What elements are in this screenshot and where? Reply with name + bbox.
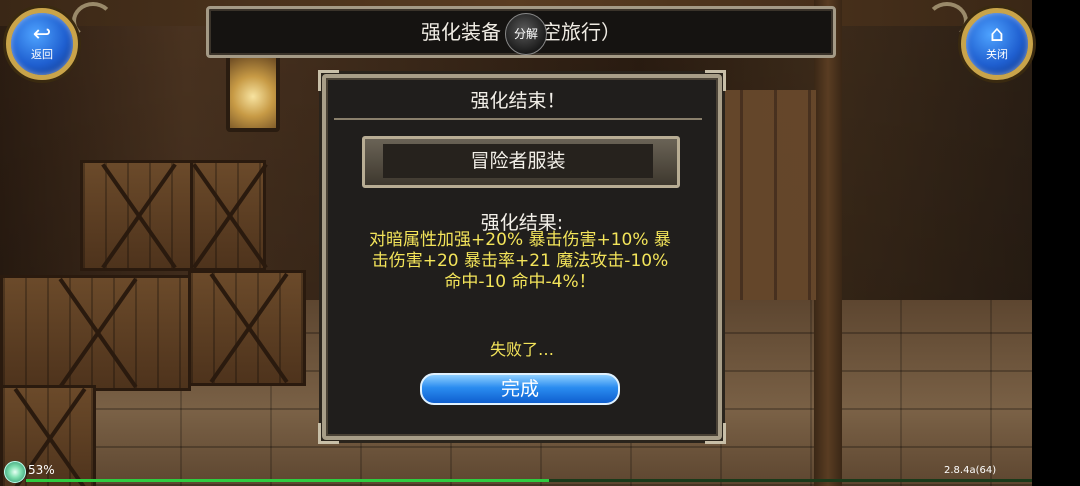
home-icon: ⌂ (990, 22, 1004, 47)
disassemble-badge[interactable]: 分解 (505, 13, 547, 55)
progress-bar (26, 479, 1032, 482)
support-pillar (814, 0, 842, 486)
enhance-result-dialog: 强化结束！ 冒险者服装 强化结果: 对暗属性加强+20% 暴击伤害+10% 暴 … (318, 70, 726, 444)
crate (188, 270, 306, 386)
done-button[interactable]: 完成 (420, 373, 620, 405)
battery-percent: 53% (28, 463, 55, 477)
dialog-corner (705, 423, 726, 444)
dialog-title-bar: 强化结束！ (334, 84, 702, 120)
result-line: 对暗属性加强+20% 暴击伤害+10% 暴 (369, 230, 671, 250)
item-name: 冒险者服装 (383, 144, 653, 178)
battery-icon (4, 461, 26, 483)
close-button-label: 关闭 (986, 48, 1008, 61)
dialog-corner (318, 423, 339, 444)
version-label: 2.8.4a(64) (944, 465, 997, 476)
crate (80, 160, 194, 271)
item-name-box: 冒险者服装 (362, 136, 680, 188)
wall-planks (706, 90, 816, 300)
close-button[interactable]: ⌂ 关闭 (961, 8, 1033, 80)
crate (0, 275, 191, 391)
back-arrow-icon: ↩ (32, 22, 52, 47)
result-stats: 对暗属性加强+20% 暴击伤害+10% 暴 击伤害+20 暴击率+21 魔法攻击… (340, 230, 700, 293)
progress-fill (26, 479, 550, 482)
crate (190, 160, 266, 271)
dialog-corner (705, 70, 726, 91)
screen-edge (1032, 0, 1080, 486)
result-line: 命中-10 命中-4%！ (444, 272, 596, 292)
lantern (226, 54, 280, 132)
screen-header: 强化装备（时空旅行） 分解 (206, 6, 836, 58)
back-button-label: 返回 (31, 48, 53, 61)
ornament-left (72, 2, 114, 40)
back-button[interactable]: ↩ 返回 (6, 8, 78, 80)
dialog-title: 强化结束！ (470, 90, 566, 112)
result-line: 击伤害+20 暴击率+21 魔法攻击-10% (371, 251, 669, 271)
status-message: 失败了… (489, 340, 554, 359)
